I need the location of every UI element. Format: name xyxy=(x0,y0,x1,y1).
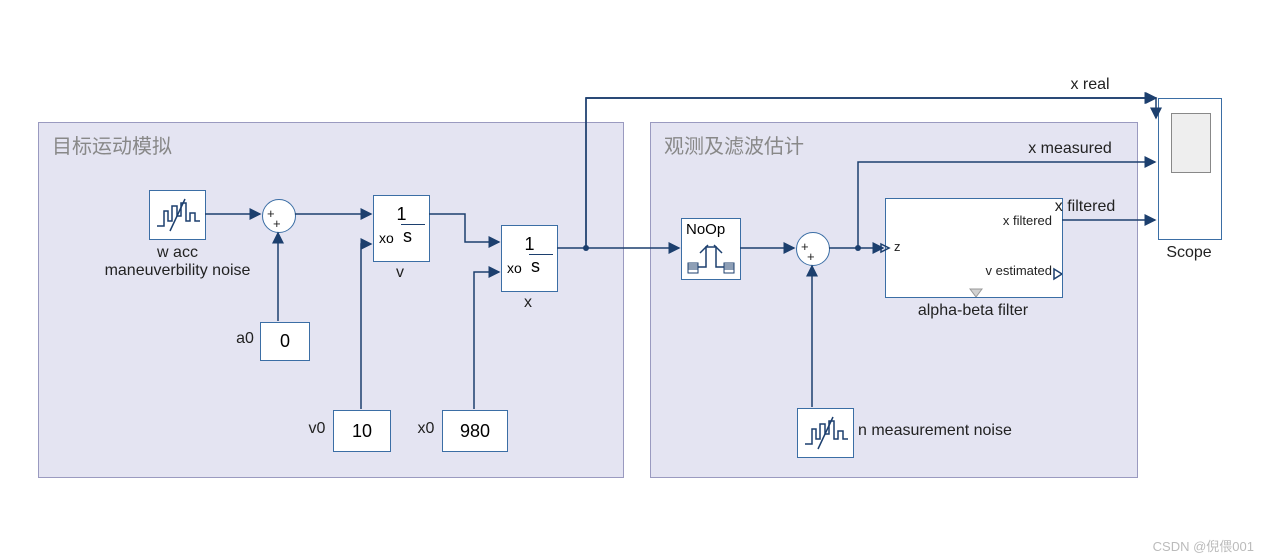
int2-ic: xo xyxy=(507,260,522,276)
x0-value: 980 xyxy=(460,421,490,441)
block-integrator-x[interactable]: 1 s xo xyxy=(501,225,558,292)
label-x-real: x real xyxy=(1050,76,1130,94)
sum2-plus-bottom: + xyxy=(807,249,815,264)
a0-value: 0 xyxy=(280,331,290,351)
port-v-estimated: v estimated xyxy=(986,263,1052,278)
int1-den: s xyxy=(403,226,412,247)
watermark: CSDN @倪偎001 xyxy=(1153,536,1254,555)
int2-num: 1 xyxy=(502,234,557,255)
label-int-x: x xyxy=(521,294,535,312)
label-x-filtered: x filtered xyxy=(1040,198,1130,216)
block-scope[interactable] xyxy=(1158,98,1222,240)
int1-num: 1 xyxy=(374,204,429,225)
int2-den: s xyxy=(531,256,540,277)
noop-text: NoOp xyxy=(686,221,725,238)
block-acc-noise[interactable] xyxy=(149,190,206,240)
label-int-v: v xyxy=(393,264,407,282)
label-a0: a0 xyxy=(234,330,256,348)
block-measurement-noise[interactable] xyxy=(797,408,854,458)
block-v0[interactable]: 10 xyxy=(333,410,391,452)
label-x-measured: x measured xyxy=(1010,140,1130,158)
label-measurement-noise: n measurement noise xyxy=(858,422,1048,440)
block-a0[interactable]: 0 xyxy=(260,322,310,361)
port-z: z xyxy=(894,239,901,254)
int1-ic: xo xyxy=(379,230,394,246)
area2-title: 观测及滤波估计 xyxy=(664,130,804,159)
area1-title: 目标运动模拟 xyxy=(52,130,172,159)
subsystem-target-motion xyxy=(38,122,624,478)
block-integrator-v[interactable]: 1 s xo xyxy=(373,195,430,262)
label-v0: v0 xyxy=(305,420,329,438)
block-alpha-beta-filter[interactable]: z x filtered v estimated xyxy=(885,198,1063,298)
label-acc-noise: w acc maneuverbility noise xyxy=(90,244,265,280)
label-x0: x0 xyxy=(414,420,438,438)
sum1-plus-bottom: + xyxy=(273,216,281,231)
block-x0[interactable]: 980 xyxy=(442,410,508,452)
label-filter: alpha-beta filter xyxy=(885,302,1061,320)
v0-value: 10 xyxy=(352,421,372,441)
label-scope: Scope xyxy=(1158,244,1220,262)
block-noop[interactable]: NoOp xyxy=(681,218,741,280)
